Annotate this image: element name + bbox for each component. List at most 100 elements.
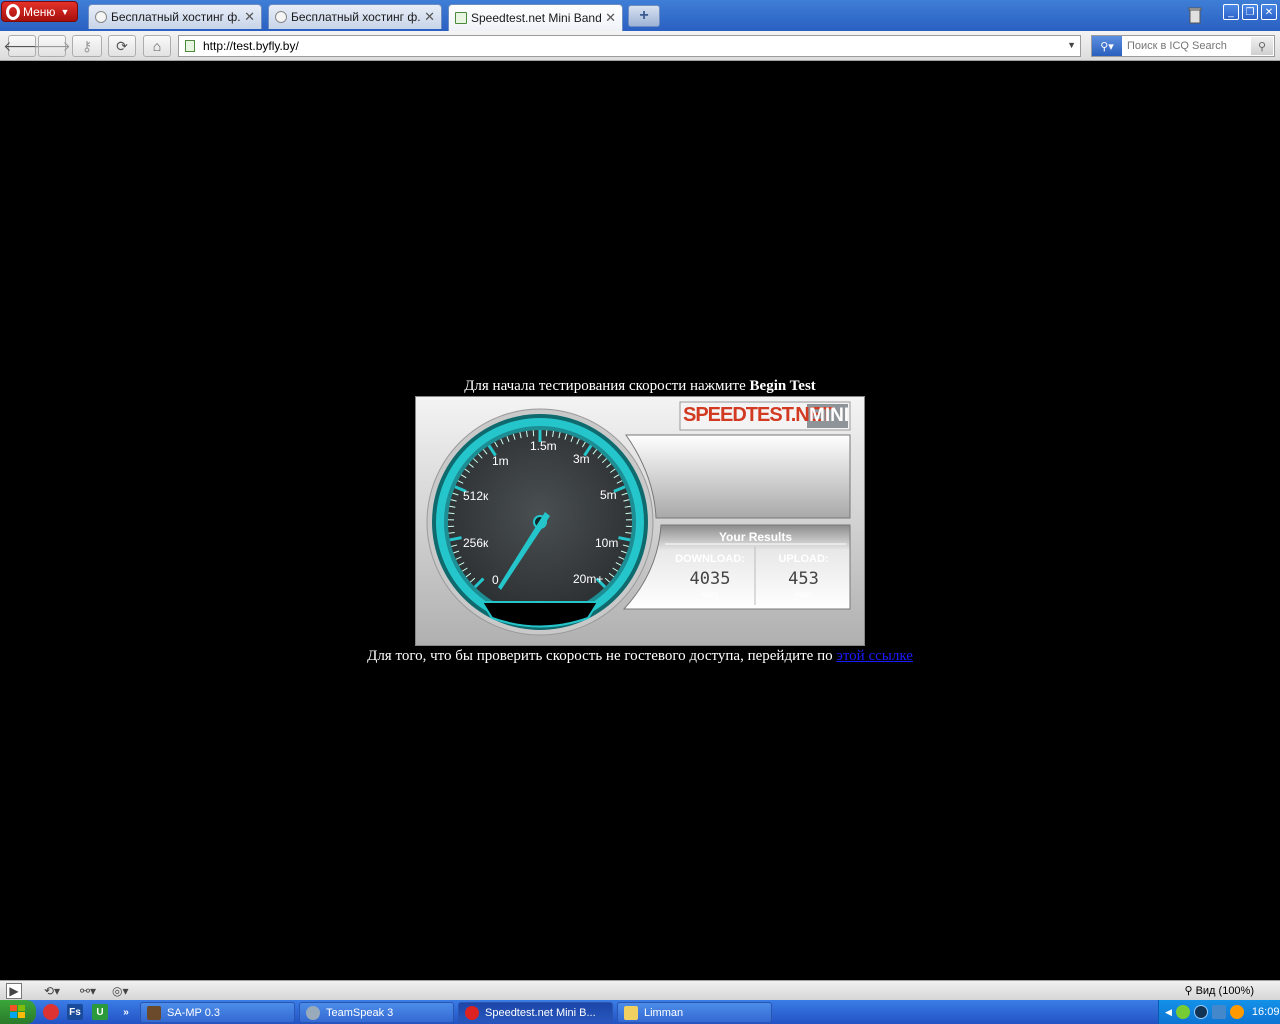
tab-speedtest[interactable]: Speedtest.net Mini Band... ✕ (448, 4, 623, 31)
system-tray: ◀ 16:09 (1158, 1000, 1280, 1024)
plus-icon: + (639, 7, 649, 24)
reload-button[interactable]: ⟳ (108, 35, 136, 57)
task-label: SA-MP 0.3 (167, 1006, 220, 1019)
task-teamspeak[interactable]: TeamSpeak 3 (299, 1002, 454, 1023)
download-label: DOWNLOAD: (675, 553, 745, 565)
tab-hosting-1[interactable]: Бесплатный хостинг ф... ✕ (88, 4, 262, 29)
task-speedtest[interactable]: Speedtest.net Mini B... (458, 1002, 613, 1023)
task-samp[interactable]: SA-MP 0.3 (140, 1002, 295, 1023)
update-tray-icon[interactable] (1229, 1005, 1244, 1019)
home-icon: ⌂ (152, 38, 162, 54)
fs-label: Fs (69, 1006, 81, 1018)
search-box[interactable]: ⚲▾ ⚲ (1091, 35, 1275, 57)
minimize-button[interactable]: _ (1223, 4, 1239, 20)
play-icon: ▶ (9, 984, 19, 998)
menu-label: Меню (23, 4, 56, 19)
unite-button[interactable]: ⚯▾ (80, 983, 96, 999)
turbo-button[interactable]: ◎▾ (112, 983, 129, 999)
status-panel (625, 434, 851, 519)
task-limman[interactable]: Limman (617, 1002, 772, 1023)
home-button[interactable]: ⌂ (143, 35, 171, 57)
icq-tray-icon[interactable] (1175, 1005, 1190, 1019)
gauge-label-1m: 1m (492, 454, 509, 468)
panel-toggle-button[interactable]: ▶ (6, 983, 22, 999)
page-content: Для начала тестирования скорости нажмите… (0, 62, 1280, 980)
trash-icon[interactable] (1187, 5, 1203, 25)
browser-status-bar: ▶ ⟲▾ ⚯▾ ◎▾ ⚲ Вид (100%) (0, 980, 1280, 1000)
begin-test-label: Begin Test (749, 378, 816, 394)
opera-icon (465, 1005, 479, 1020)
upload-unit: kbps (795, 590, 812, 599)
logo-badge: MINI (809, 405, 850, 426)
start-button[interactable] (0, 1000, 36, 1024)
speedtest-widget[interactable]: 0 256к 512к 1m 1.5m 3m 5m 10m 20m+ SPEED… (415, 396, 865, 646)
gauge-tick (448, 512, 455, 515)
gauge-label-3m: 3m (573, 452, 590, 466)
page-favicon-icon (455, 12, 467, 24)
windows-taskbar: Fs U » SA-MP 0.3 TeamSpeak 3 Speedtest.n… (0, 1000, 1280, 1024)
close-icon[interactable]: ✕ (605, 10, 616, 26)
tray-expand-icon[interactable]: ◀ (1165, 1007, 1172, 1018)
window-close-button[interactable]: ✕ (1261, 4, 1277, 20)
page-favicon-icon (275, 11, 287, 23)
close-icon[interactable]: ✕ (424, 9, 435, 25)
gauge-label-1-5m: 1.5m (530, 439, 557, 453)
task-label: Speedtest.net Mini B... (485, 1006, 596, 1019)
opera-menu-button[interactable]: Меню ▼ (1, 1, 78, 22)
search-input[interactable] (1122, 40, 1242, 52)
footer-text: Для того, что бы проверить скорость не г… (367, 648, 837, 664)
gauge-tick (625, 512, 632, 515)
navigation-toolbar: 🡐 🡒 ⚷ ⟳ ⌂ http://test.byfly.by/ ▼ ⚲▾ ⚲ (0, 31, 1280, 61)
folder-icon (624, 1005, 638, 1020)
non-guest-link[interactable]: этой ссылке (836, 648, 913, 664)
download-unit: kbps (701, 590, 719, 599)
network-tray-icon[interactable] (1193, 1005, 1208, 1019)
quicklaunch-opera-icon[interactable] (43, 1004, 59, 1020)
u-label: U (96, 1006, 104, 1018)
search-engine-icon[interactable]: ⚲▾ (1092, 36, 1122, 56)
begin-instruction: Для начала тестирования скорости нажмите… (0, 378, 1280, 395)
restore-button[interactable]: ❐ (1242, 4, 1258, 20)
upload-value: 453 (788, 569, 819, 589)
download-value: 4035 (689, 569, 731, 589)
clock: 16:09 (1251, 1006, 1280, 1018)
globe-icon: ◎▾ (112, 984, 129, 998)
samp-icon (147, 1005, 161, 1020)
key-icon: ⚷ (81, 37, 93, 54)
forward-button[interactable]: 🡒 (33, 35, 71, 57)
chevron-down-icon[interactable]: ▼ (1067, 40, 1076, 50)
quicklaunch-fs-icon[interactable]: Fs (67, 1004, 83, 1020)
gauge-label-20m: 20m+ (573, 572, 604, 586)
upload-label: UPLOAD: (778, 553, 829, 565)
tab-hosting-2[interactable]: Бесплатный хостинг ф... ✕ (268, 4, 442, 29)
minimize-icon: _ (1228, 6, 1234, 18)
quicklaunch-more-icon[interactable]: » (118, 1004, 134, 1020)
task-label: TeamSpeak 3 (326, 1006, 394, 1019)
windows-logo-icon (10, 1005, 25, 1018)
zoom-control[interactable]: ⚲ Вид (100%) (1184, 984, 1254, 998)
close-icon[interactable]: ✕ (244, 9, 255, 25)
share-icon: ⚯▾ (80, 984, 97, 998)
gauge-label-512k: 512к (463, 489, 489, 503)
tab-label: Бесплатный хостинг ф... (291, 10, 421, 24)
opera-logo-icon (6, 3, 20, 20)
restore-icon: ❐ (1245, 6, 1255, 18)
back-button[interactable]: 🡐 (3, 35, 41, 57)
chevron-down-icon: ▼ (60, 6, 70, 17)
browser-tab-bar: Меню ▼ Бесплатный хостинг ф... ✕ Бесплат… (0, 0, 1280, 31)
gauge-label-256k: 256к (463, 536, 489, 550)
app-tray-icon[interactable] (1211, 1005, 1226, 1019)
arrow-right-icon: 🡒 (33, 37, 71, 54)
tab-label: Бесплатный хостинг ф... (111, 10, 241, 24)
close-icon: ✕ (1264, 6, 1274, 18)
new-tab-button[interactable]: + (628, 5, 660, 27)
magnifier-icon: ⚲ (1184, 985, 1193, 997)
quicklaunch-utorrent-icon[interactable]: U (92, 1004, 108, 1020)
gauge-label-10m: 10m (595, 536, 619, 550)
page-favicon-icon (95, 11, 107, 23)
address-bar[interactable]: http://test.byfly.by/ ▼ (178, 35, 1081, 57)
sync-button[interactable]: ⟲▾ (44, 983, 60, 999)
begin-text: Для начала тестирования скорости нажмите (464, 378, 750, 394)
wand-button[interactable]: ⚷ (72, 35, 102, 57)
search-icon[interactable]: ⚲ (1251, 37, 1273, 55)
